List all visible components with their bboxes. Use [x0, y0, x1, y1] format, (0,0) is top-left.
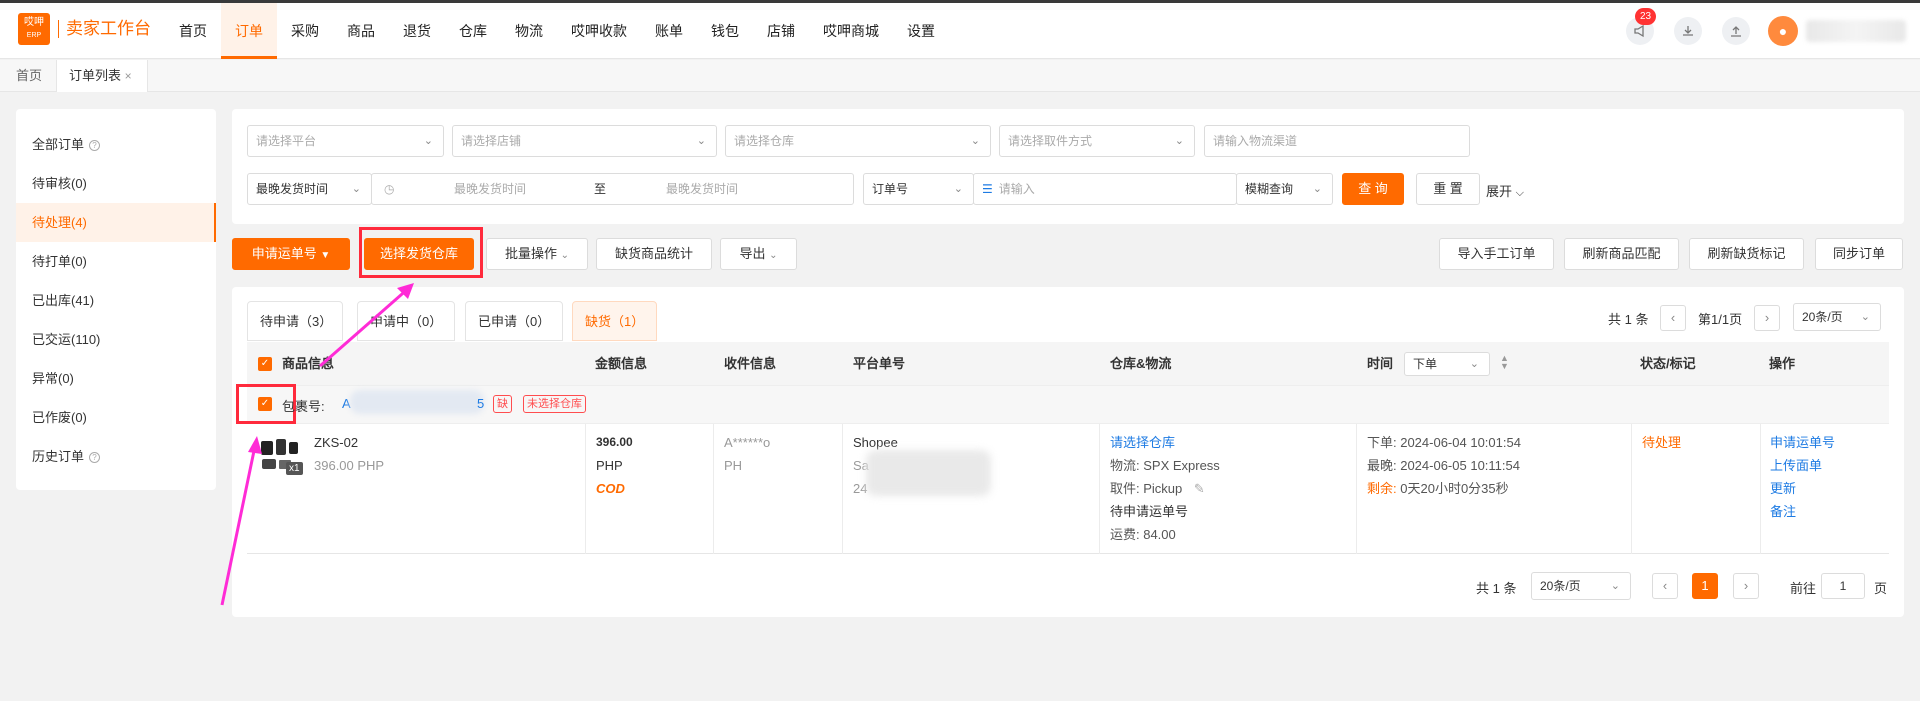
arrow-line [319, 285, 411, 368]
arrow-line [220, 445, 257, 606]
arrow-head [248, 436, 262, 454]
annotation-arrows [220, 283, 414, 606]
